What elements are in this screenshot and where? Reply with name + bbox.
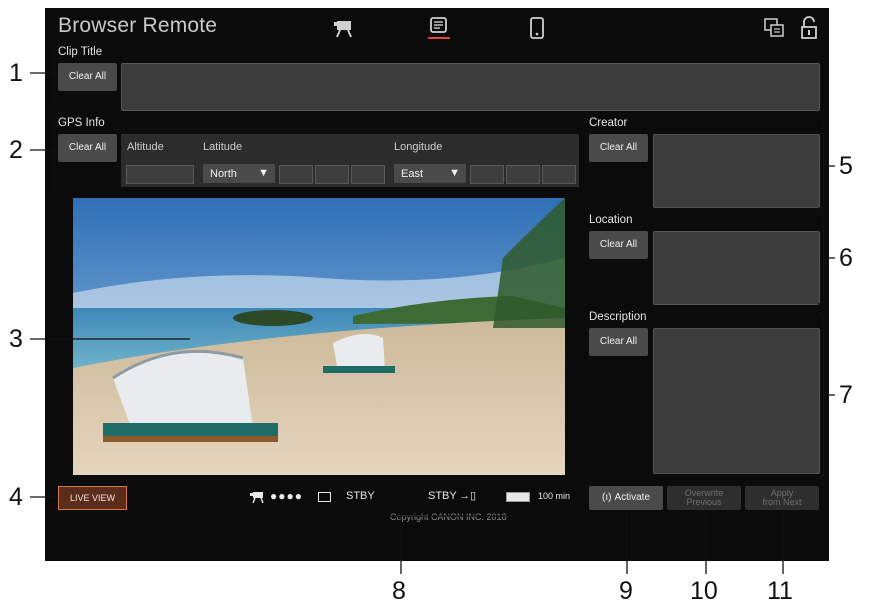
callout-2: 2 [9,136,23,164]
callout-9: 9 [619,577,633,605]
callout-6: 6 [839,244,853,272]
callout-11: 11 [767,577,793,605]
callout-8: 8 [392,577,406,605]
callout-4: 4 [9,483,23,511]
callout-lines [30,45,835,574]
callout-5: 5 [839,152,853,180]
callout-1: 1 [9,59,23,87]
callout-7: 7 [839,381,853,409]
callout-3: 3 [9,325,23,353]
callout-10: 10 [690,577,718,605]
